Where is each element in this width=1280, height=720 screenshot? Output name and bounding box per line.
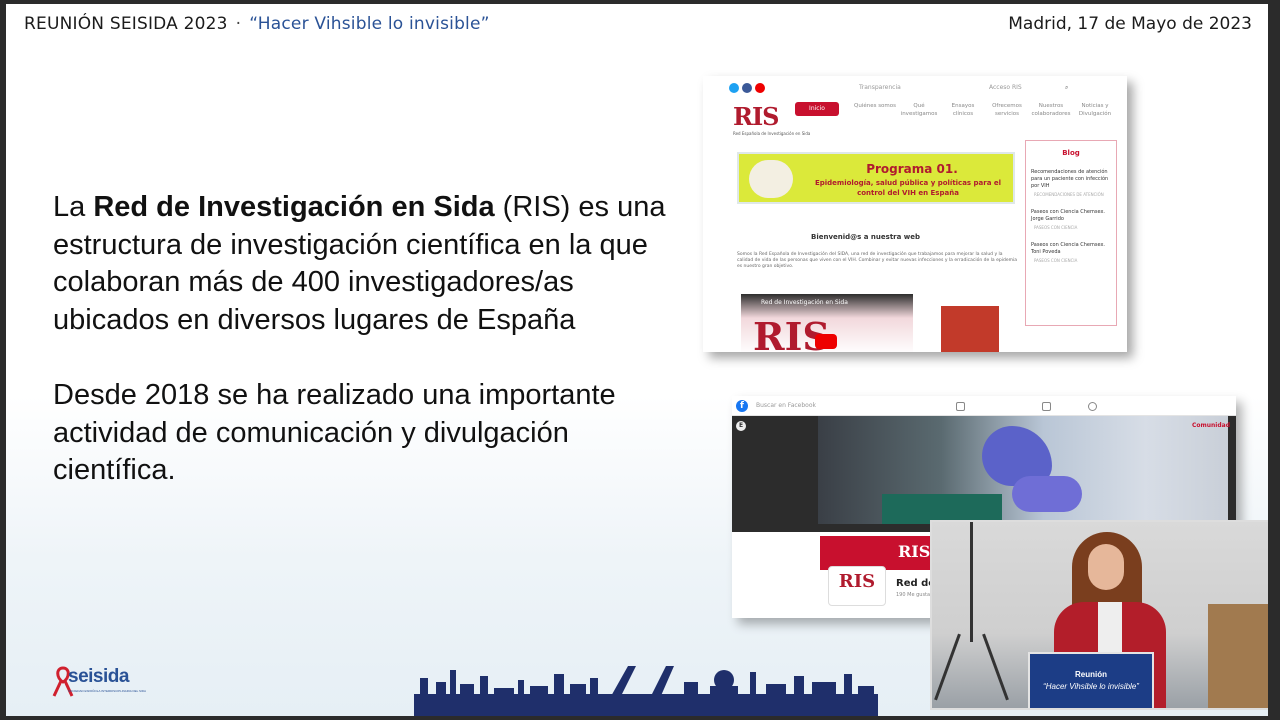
event-name: REUNIÓN SEISIDA 2023 (24, 14, 228, 34)
social-icons (729, 83, 765, 93)
event-motto: “Hacer Vihsible lo invisible” (249, 14, 490, 34)
ris-nav: Inicio Quiénes somos Qué investigamos En… (795, 102, 1117, 118)
blog-item-title: Recomendaciones de atención para un paci… (1031, 169, 1109, 189)
madrid-skyline-image (414, 666, 878, 716)
transparencia-link: Transparencia (859, 84, 901, 91)
groups-icon (1088, 402, 1097, 411)
logo-text: seisida (68, 666, 129, 688)
facebook-topbar: f Buscar en Facebook (732, 396, 1236, 416)
blog-item-meta: RECOMENDACIONES DE ATENCIÓN (1034, 192, 1104, 197)
logo-tagline: SOCIEDAD ESPAÑOLA INTERDISCIPLINARIA DEL… (68, 689, 147, 693)
cover-logo: RIS (898, 542, 931, 561)
blog-item-title: Paseos con Ciencia Chemsex. Jorge Garrid… (1031, 209, 1106, 222)
photo-badge: E (736, 421, 746, 431)
profile-picture: RIS (828, 566, 886, 606)
slide: REUNIÓN SEISIDA 2023 · “Hacer Vihsible lo … (6, 4, 1268, 716)
page-likes: 190 Me gusta (896, 592, 931, 598)
seisida-logo: seisida SOCIEDAD ESPAÑOLA INTERDISCIPLIN… (50, 664, 170, 704)
podium-line2: “Hacer Vihsible lo invisible” (1043, 682, 1139, 691)
search-icon: ⌕ (1065, 84, 1069, 91)
paragraph-ris: La Red de Investigación en Sida (RIS) es… (53, 189, 673, 339)
speaker-face (1088, 544, 1124, 590)
paragraph-divulgacion: Desde 2018 se ha realizado una important… (53, 379, 616, 486)
camera-stand (934, 522, 1009, 708)
ris-logo-letters: RIS (733, 102, 780, 131)
marketplace-icon (1042, 402, 1051, 411)
nav-ensayos: Ensayos clínicos (951, 103, 975, 117)
speaker-webcam: Reunión “Hacer Vihsible lo invisible” (930, 520, 1268, 710)
banner-title: Programa 01. (866, 162, 958, 176)
ris-website-screenshot: Transparencia Acceso RIS ⌕ RIS Red Españ… (703, 76, 1127, 352)
ris-logo-subtitle: Red Española de Investigación en Sida (733, 131, 811, 136)
p1-bold: Red de Investigación en Sida (93, 191, 495, 223)
speaker-shirt (1098, 602, 1122, 652)
profile-logo: RIS (838, 571, 876, 592)
ris-video: Red de Investigación en Sida RIS (741, 294, 913, 352)
facebook-search: Buscar en Facebook (756, 402, 816, 409)
blog-item-meta: PASEOS CON CIENCIA (1034, 225, 1078, 230)
nav-quienes: Quiénes somos (853, 103, 897, 109)
welcome-heading: Bienvenid@s a nuestra web (811, 233, 920, 241)
nav-noticias: Noticias y Divulgación (1078, 103, 1112, 117)
nav-inicio: Inicio (795, 102, 839, 116)
home-icon (956, 402, 965, 411)
blog-item-title: Paseos con Ciencia Chemsex. Toni Poveda (1031, 242, 1106, 255)
banner-subtitle: Epidemiología, salud pública y políticas… (814, 179, 1002, 197)
blog-title: Blog (1062, 149, 1080, 157)
logo-sida: sida (92, 666, 130, 687)
blog-sidebar: Blog Recomendaciones de atención para un… (1025, 140, 1117, 326)
lab-photo: E Comunidad (732, 416, 1236, 532)
slide-body: La Red de Investigación en Sida (RIS) es… (53, 189, 673, 528)
ris-logo: RIS Red Española de Investigación en Sid… (733, 102, 810, 136)
youtube-icon (755, 83, 765, 93)
photo-corner-label: Comunidad (1191, 422, 1230, 429)
nav-colaboradores: Nuestros colaboradores (1031, 103, 1071, 117)
nav-que-investigamos: Qué investigamos (900, 103, 938, 117)
nav-servicios: Ofrecemos servicios (992, 103, 1022, 117)
event-title: REUNIÓN SEISIDA 2023 · “Hacer Vihsible lo … (24, 14, 490, 34)
program-banner: Programa 01. Epidemiología, salud públic… (737, 152, 1015, 204)
facebook-icon (742, 83, 752, 93)
twitter-icon (729, 83, 739, 93)
book-cover-image (941, 306, 999, 352)
podium: Reunión “Hacer Vihsible lo invisible” (1028, 652, 1154, 708)
slide-header: REUNIÓN SEISIDA 2023 · “Hacer Vihsible lo … (6, 4, 1268, 44)
facebook-logo-icon: f (736, 400, 748, 412)
welcome-text: Somos la Red Española de Investigación d… (737, 252, 1017, 269)
podium-line1: Reunión (1075, 670, 1107, 679)
event-date: Madrid, 17 de Mayo de 2023 (1008, 14, 1252, 34)
logo-sei: sei (68, 666, 93, 687)
video-title: Red de Investigación en Sida (761, 299, 848, 306)
banner-illustration (749, 160, 793, 198)
blog-item-meta: PASEOS CON CIENCIA (1034, 258, 1078, 263)
play-icon (815, 334, 837, 349)
p1-pre: La (53, 191, 94, 223)
gloved-hand-2 (1012, 476, 1082, 512)
acceso-link: Acceso RIS (989, 84, 1022, 91)
wood-panel (1208, 604, 1268, 708)
title-separator: · (235, 14, 242, 34)
